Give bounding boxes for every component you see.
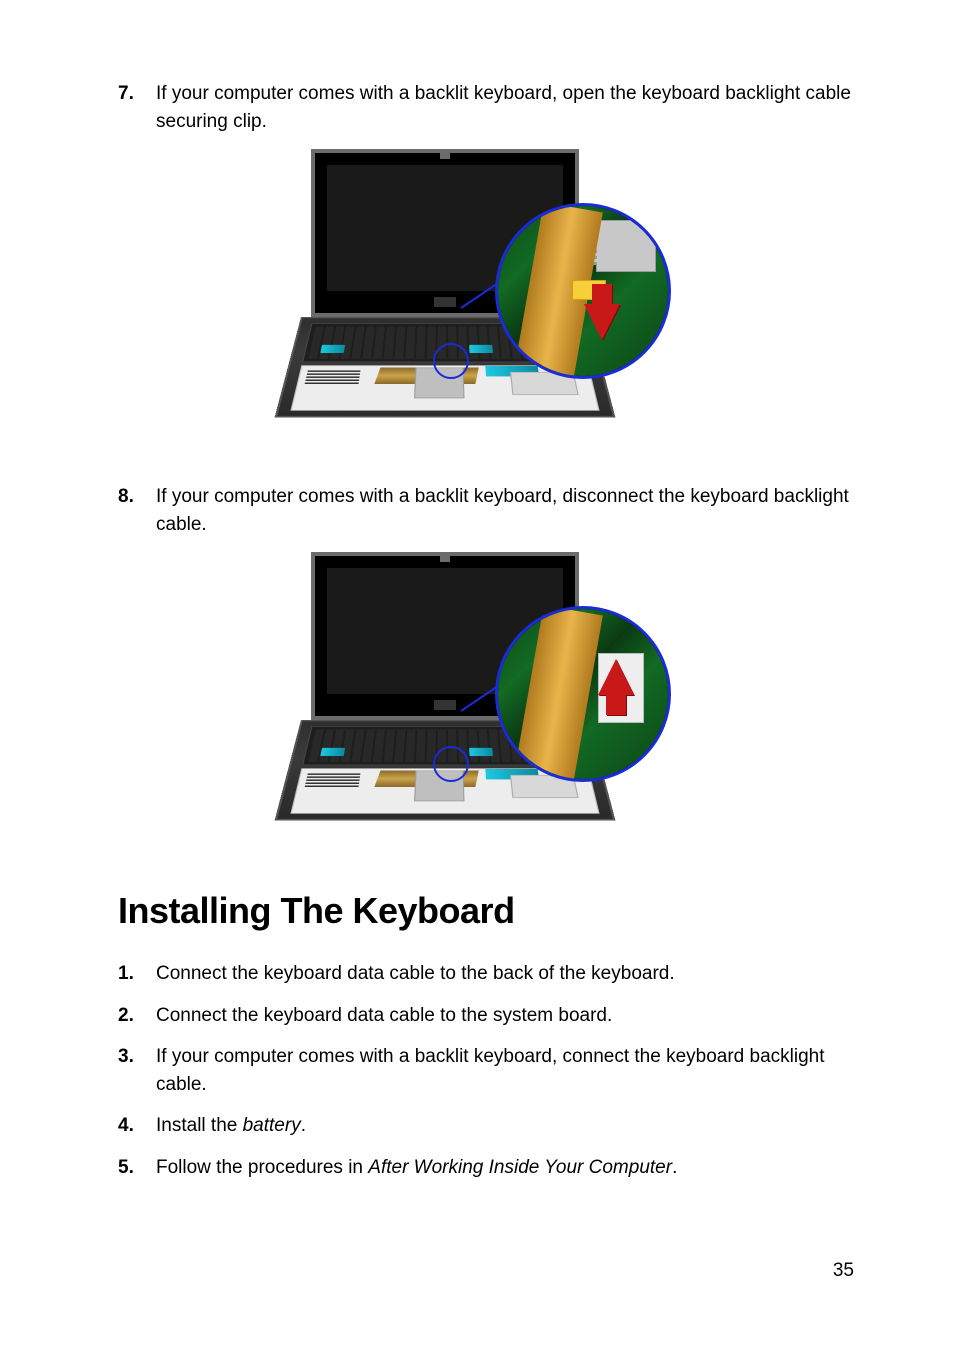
- step-suffix: .: [301, 1115, 306, 1136]
- cross-ref-link[interactable]: After Working Inside Your Computer: [368, 1157, 672, 1178]
- step-item-5: 5. Follow the procedures in After Workin…: [118, 1154, 854, 1182]
- step-item-3: 3. If your computer comes with a backlit…: [118, 1043, 854, 1098]
- connector-highlight: [320, 748, 345, 756]
- arrow-up-icon: [598, 659, 634, 695]
- manual-page: 7. If your computer comes with a backlit…: [0, 0, 954, 1366]
- step-item-7: 7. If your computer comes with a backlit…: [118, 80, 854, 135]
- step-item-8: 8. If your computer comes with a backlit…: [118, 483, 854, 538]
- page-number: 35: [833, 1260, 854, 1282]
- step-text: Connect the keyboard data cable to the b…: [156, 960, 854, 988]
- step-suffix: .: [672, 1157, 677, 1178]
- step-number: 4.: [118, 1112, 156, 1140]
- callout-marker: [433, 746, 469, 782]
- brand-logo: [434, 700, 456, 710]
- arrow-down-icon: [584, 304, 620, 340]
- step-item-2: 2. Connect the keyboard data cable to th…: [118, 1002, 854, 1030]
- step-number: 3.: [118, 1043, 156, 1098]
- connector-highlight: [469, 748, 493, 756]
- step-number: 8.: [118, 483, 156, 538]
- step-text: If your computer comes with a backlit ke…: [156, 483, 854, 538]
- step-prefix: Install the: [156, 1115, 243, 1136]
- step-text: Follow the procedures in After Working I…: [156, 1154, 854, 1182]
- laptop-illustration: [301, 149, 671, 459]
- magnified-inset: [495, 203, 671, 379]
- figure-step-8: [118, 552, 854, 862]
- connector-socket: [596, 220, 656, 272]
- step-item-1: 1. Connect the keyboard data cable to th…: [118, 960, 854, 988]
- magnified-inset: [495, 606, 671, 782]
- webcam-notch: [440, 153, 450, 159]
- step-number: 5.: [118, 1154, 156, 1182]
- step-number: 1.: [118, 960, 156, 988]
- step-text: If your computer comes with a backlit ke…: [156, 80, 854, 135]
- brand-logo: [434, 297, 456, 307]
- service-label: [305, 774, 361, 788]
- step-text: Install the battery.: [156, 1112, 854, 1140]
- callout-marker: [433, 343, 469, 379]
- connector-highlight: [469, 345, 493, 353]
- step-prefix: Follow the procedures in: [156, 1157, 368, 1178]
- figure-step-7: [118, 149, 854, 459]
- step-number: 7.: [118, 80, 156, 135]
- install-steps-list: 1. Connect the keyboard data cable to th…: [118, 960, 854, 1181]
- service-label: [305, 370, 361, 384]
- cross-ref-link[interactable]: battery: [243, 1115, 301, 1136]
- step-number: 2.: [118, 1002, 156, 1030]
- step-text: If your computer comes with a backlit ke…: [156, 1043, 854, 1098]
- section-heading: Installing The Keyboard: [118, 890, 854, 932]
- step-text: Connect the keyboard data cable to the s…: [156, 1002, 854, 1030]
- webcam-notch: [440, 556, 450, 562]
- step-item-4: 4. Install the battery.: [118, 1112, 854, 1140]
- laptop-illustration: [301, 552, 671, 862]
- connector-highlight: [320, 345, 345, 353]
